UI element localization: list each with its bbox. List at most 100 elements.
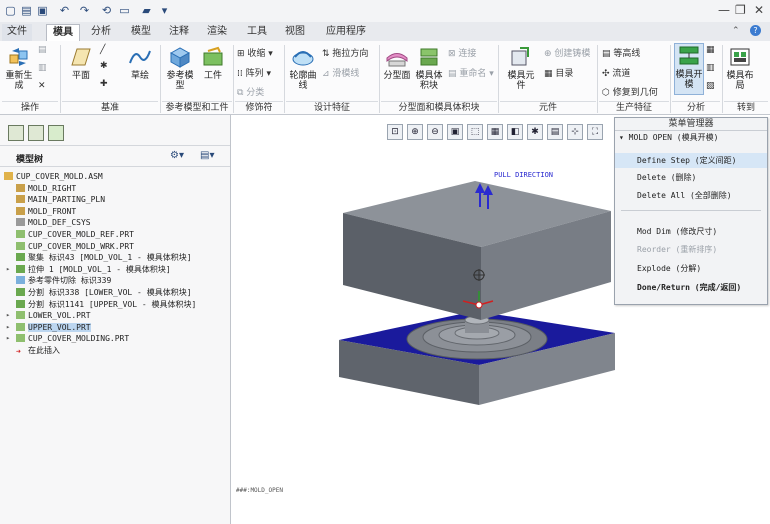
upper-mold-volume[interactable]	[343, 181, 611, 320]
tab-model[interactable]: 模型	[124, 24, 158, 41]
tree-item[interactable]: 分割 标识1141 [UPPER_VOL - 模具体积块]	[16, 299, 196, 310]
catalog-button[interactable]: ▦ 目录	[544, 66, 573, 79]
group-operations[interactable]: 操作	[2, 101, 58, 114]
group-modifiers[interactable]: 修饰符	[235, 101, 283, 114]
tab-view[interactable]: 视图	[278, 24, 312, 41]
pattern-button[interactable]: ⁞⁞ 阵列 ▾	[237, 66, 271, 79]
help-icon[interactable]: ?	[750, 25, 761, 36]
tab-tools[interactable]: 工具	[240, 24, 274, 41]
silhouette-curve-button[interactable]: 轮廓曲线	[288, 45, 318, 91]
dropdown-icon[interactable]: ▾	[158, 4, 171, 17]
minimize-ribbon-icon[interactable]: ⌃	[732, 26, 740, 36]
tree-item[interactable]: ▸ UPPER_VOL.PRT	[6, 322, 91, 333]
sketch-button[interactable]: 草绘	[124, 45, 156, 81]
folder-icon[interactable]: ▰	[140, 4, 153, 17]
tree-item[interactable]: MOLD_RIGHT	[16, 183, 76, 194]
group-transition[interactable]: 转到	[724, 101, 768, 114]
csys-icon[interactable]: ✚	[100, 79, 108, 89]
menu-item[interactable]: Done/Return (完成/返回)	[615, 280, 767, 295]
tab-mold[interactable]: 模具	[46, 24, 80, 42]
group-production[interactable]: 生产特征	[599, 101, 669, 114]
workpiece-button[interactable]: 工件	[198, 45, 228, 81]
tree-item[interactable]: MOLD_FRONT	[16, 206, 76, 217]
mold-open-button[interactable]: 模具开模	[674, 43, 704, 95]
menu-item[interactable]: Mod Dim (修改尺寸)	[615, 224, 767, 239]
expand-arrow-icon[interactable]: ▸	[6, 322, 10, 333]
tab-analysis[interactable]: 分析	[84, 24, 118, 41]
tree-item[interactable]: ▸ 拉伸 1 [MOLD_VOL_1 - 模具体积块]	[6, 264, 171, 275]
menu-manager-header[interactable]: ▾ MOLD OPEN (模具开模)	[615, 131, 767, 144]
analysis-tool-3-icon[interactable]: ▧	[706, 81, 715, 91]
tree-item[interactable]: ➜ 在此插入	[16, 345, 60, 356]
expand-arrow-icon[interactable]: ▸	[6, 264, 10, 275]
group-components[interactable]: 元件	[500, 101, 596, 114]
regenerate-button[interactable]: 重新生成	[4, 45, 34, 91]
group-analysis[interactable]: 分析	[672, 101, 720, 114]
point-icon[interactable]: ✱	[100, 61, 108, 71]
close-button[interactable]: ✕	[754, 3, 764, 17]
copy-icon[interactable]: ▤	[38, 45, 47, 55]
delete-icon[interactable]: ✕	[38, 81, 46, 91]
group-parting[interactable]: 分型面和模具体积块	[381, 101, 497, 114]
contour-button[interactable]: ▤ 等高线	[602, 46, 640, 59]
menu-item[interactable]: Define Step (定义间距)	[615, 153, 767, 168]
mold-layout-button[interactable]: 模具布局	[726, 45, 754, 91]
tree-columns-icon[interactable]: ▤▾	[200, 150, 214, 161]
tree-item[interactable]: MAIN_PARTING_PLN	[16, 194, 105, 205]
plane-button[interactable]: 平面	[66, 45, 96, 81]
regenerate-icon[interactable]: ⟲	[100, 4, 113, 17]
expand-arrow-icon[interactable]: ▸	[6, 333, 10, 344]
draft-direction-button[interactable]: ⇅ 拖拉方向	[322, 46, 368, 59]
model-tree-tab-icon[interactable]	[8, 125, 24, 141]
axis-icon[interactable]: ╱	[100, 45, 105, 55]
lower-mold-volume[interactable]	[339, 311, 615, 405]
analysis-tool-1-icon[interactable]: ▦	[706, 45, 715, 55]
tree-settings-icon[interactable]: ⚙▾	[170, 150, 184, 161]
group-datum[interactable]: 基准	[62, 101, 158, 114]
menu-item[interactable]: Delete (删除)	[615, 170, 767, 185]
connect-button[interactable]: ⊠ 连接	[448, 46, 476, 59]
menu-item[interactable]: Delete All (全部删除)	[615, 188, 767, 203]
repair-geometry-button[interactable]: ⬡ 修复到几何	[602, 85, 658, 98]
folder-browser-tab-icon[interactable]	[28, 125, 44, 141]
mold-volume-icon	[420, 48, 438, 66]
split-button[interactable]: ⧉ 分类	[237, 85, 264, 98]
expand-arrow-icon[interactable]: ▸	[6, 310, 10, 321]
tree-item[interactable]: 聚集 标识43 [MOLD_VOL_1 - 模具体积块]	[16, 252, 192, 263]
tree-item[interactable]: CUP_COVER_MOLD_REF.PRT	[16, 229, 134, 240]
tab-file[interactable]: 文件	[2, 24, 32, 41]
analysis-tool-2-icon[interactable]: ▥	[706, 63, 715, 73]
restore-button[interactable]: ❐	[735, 3, 746, 17]
shrink-button[interactable]: ⊞ 收缩 ▾	[237, 46, 273, 59]
mold-volume-button[interactable]: 模具体积块	[414, 45, 444, 91]
minimize-button[interactable]: —	[718, 3, 730, 17]
runner-button[interactable]: ✣ 流道	[602, 66, 630, 79]
group-design[interactable]: 设计特征	[286, 101, 378, 114]
undo-icon[interactable]: ↶	[58, 4, 71, 17]
new-icon[interactable]: ▢	[4, 4, 17, 17]
tree-item[interactable]: MOLD_DEF_CSYS	[16, 217, 91, 228]
redo-icon[interactable]: ↷	[78, 4, 91, 17]
group-reference[interactable]: 参考模型和工件	[162, 101, 232, 114]
mold-component-button[interactable]: 模具元件	[504, 45, 538, 91]
paste-icon[interactable]: ▥	[38, 63, 47, 73]
menu-item[interactable]: Explode (分解)	[615, 261, 767, 276]
tab-applications[interactable]: 应用程序	[318, 24, 374, 41]
reference-model-button[interactable]: 参考模型	[164, 45, 196, 91]
parting-surface-button[interactable]: 分型面	[382, 45, 412, 81]
tree-item[interactable]: CUP_COVER_MOLD_WRK.PRT	[16, 241, 134, 252]
tree-item[interactable]: 分割 标识338 [LOWER_VOL - 模具体积块]	[16, 287, 192, 298]
window-icon[interactable]: ▭	[118, 4, 131, 17]
tree-item[interactable]: ▸ CUP_COVER_MOLDING.PRT	[6, 333, 129, 344]
slider-button[interactable]: ⊿ 滑模线	[322, 66, 359, 79]
tab-annotate[interactable]: 注释	[162, 24, 196, 41]
open-icon[interactable]: ▤	[20, 4, 33, 17]
tree-item[interactable]: ▸ LOWER_VOL.PRT	[6, 310, 91, 321]
tab-render[interactable]: 渲染	[200, 24, 234, 41]
create-casting-button[interactable]: ⊕ 创建铸模	[544, 46, 590, 59]
rename-button[interactable]: ▤ 重命名 ▾	[448, 66, 494, 79]
save-icon[interactable]: ▣	[36, 4, 49, 17]
favorites-tab-icon[interactable]	[48, 125, 64, 141]
tree-item[interactable]: CUP_COVER_MOLD.ASM	[4, 171, 103, 182]
tree-item[interactable]: 参考零件切除 标识339	[16, 275, 111, 286]
